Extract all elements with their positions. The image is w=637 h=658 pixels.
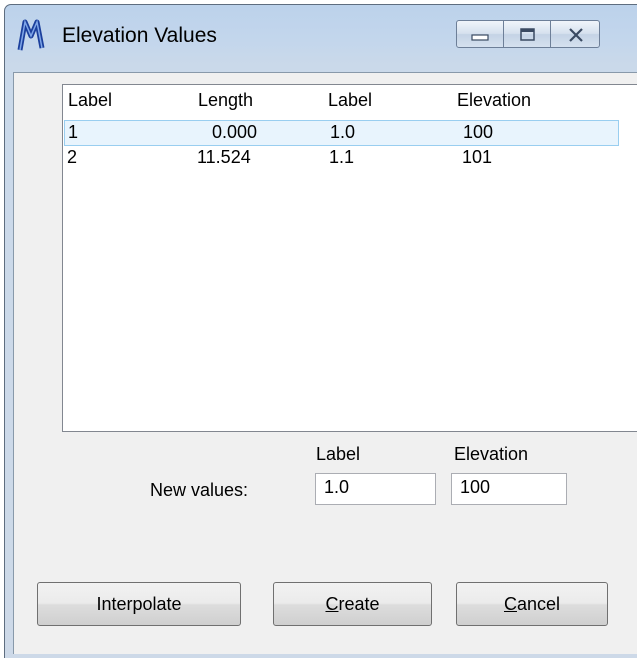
create-accelerator: C <box>325 594 339 614</box>
row-elevation: 101 <box>462 147 493 167</box>
column-header-label-2[interactable]: Label <box>328 90 372 116</box>
row-length: 0.000 <box>212 122 258 142</box>
interpolate-button[interactable]: Interpolate <box>37 582 241 626</box>
create-label-rest: reate <box>338 594 380 614</box>
row-length: 11.524 <box>197 147 251 167</box>
table-row[interactable]: 1 0.000 1.0 100 <box>64 120 619 146</box>
create-button[interactable]: Create <box>273 582 432 626</box>
close-button[interactable] <box>550 20 600 48</box>
window-title: Elevation Values <box>62 24 217 47</box>
column-header-elevation[interactable]: Elevation <box>457 90 531 116</box>
title-bar[interactable]: Elevation Values <box>4 0 637 72</box>
new-label-input[interactable]: 1.0 <box>315 473 436 505</box>
cancel-button[interactable]: Cancel <box>456 582 608 626</box>
row-label: 2 <box>67 147 78 167</box>
row-label-2: 1.0 <box>330 122 356 142</box>
minimize-button[interactable] <box>456 20 504 48</box>
minimize-icon <box>471 34 489 41</box>
table-row[interactable]: 2 11.524 1.1 101 <box>64 146 619 172</box>
app-icon[interactable] <box>16 18 46 52</box>
cancel-label-rest: ancel <box>516 594 561 614</box>
close-icon <box>569 28 583 42</box>
row-label-2: 1.1 <box>329 147 355 167</box>
new-values-label: New values: <box>150 480 249 500</box>
new-elevation-input[interactable]: 100 <box>451 473 567 505</box>
new-elevation-header: Elevation <box>454 444 529 464</box>
column-header-length[interactable]: Length <box>198 90 253 116</box>
column-header-label[interactable]: Label <box>68 90 112 116</box>
new-label-header: Label <box>316 444 361 464</box>
maximize-button[interactable] <box>503 20 551 48</box>
row-elevation: 100 <box>463 122 494 142</box>
row-label: 1 <box>68 122 79 142</box>
maximize-icon <box>520 28 535 41</box>
cancel-accelerator: C <box>503 594 517 614</box>
